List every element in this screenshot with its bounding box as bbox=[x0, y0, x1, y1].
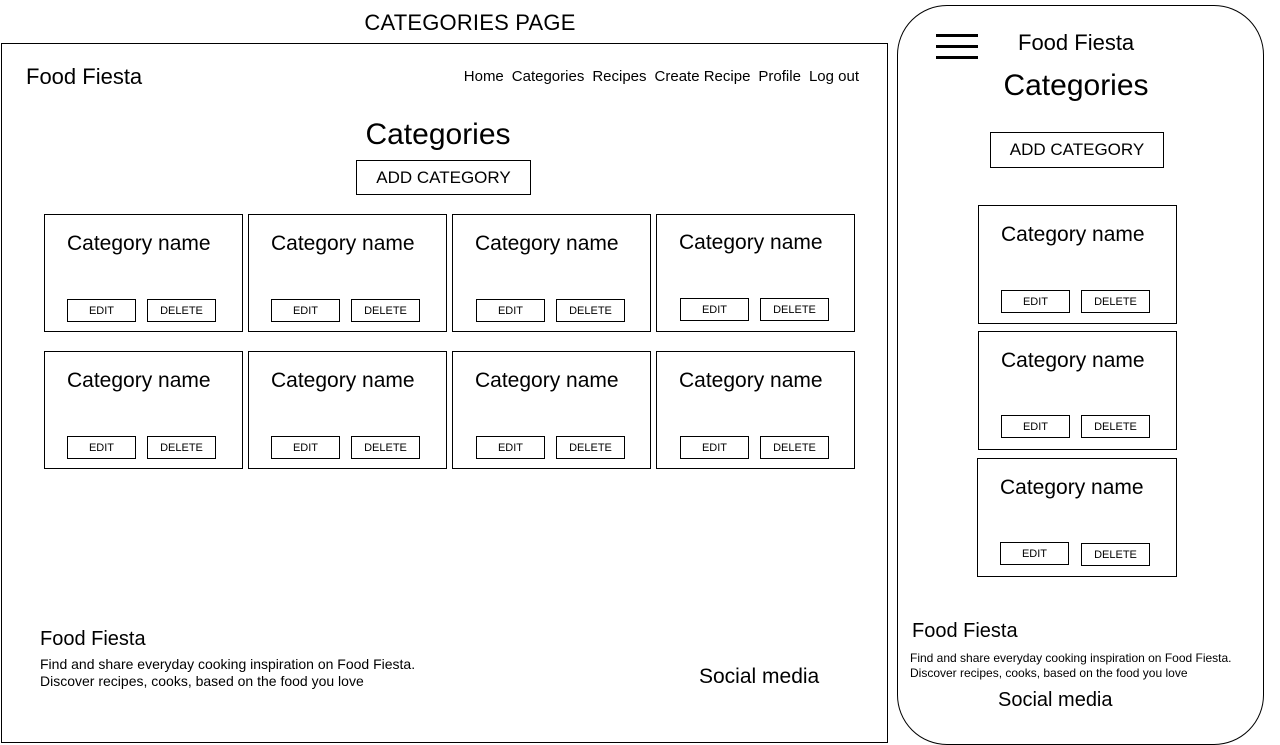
nav-profile[interactable]: Profile bbox=[758, 68, 801, 85]
delete-button[interactable]: DELETE bbox=[556, 436, 625, 459]
delete-button[interactable]: DELETE bbox=[351, 436, 420, 459]
category-name: Category name bbox=[67, 369, 211, 392]
delete-button[interactable]: DELETE bbox=[147, 299, 216, 322]
category-name: Category name bbox=[679, 231, 823, 254]
category-name: Category name bbox=[271, 369, 415, 392]
add-category-button[interactable]: ADD CATEGORY bbox=[356, 160, 531, 195]
edit-button[interactable]: EDIT bbox=[67, 299, 136, 322]
edit-button[interactable]: EDIT bbox=[476, 436, 545, 459]
category-card: Category name EDIT DELETE bbox=[452, 351, 651, 469]
mobile-brand[interactable]: Food Fiesta bbox=[1018, 30, 1134, 56]
mobile-social-media-link[interactable]: Social media bbox=[998, 689, 1113, 712]
mobile-footer-description: Find and share everyday cooking inspirat… bbox=[910, 651, 1232, 681]
edit-button[interactable]: EDIT bbox=[680, 298, 749, 321]
footer-line-1: Find and share everyday cooking inspirat… bbox=[40, 656, 416, 672]
category-name: Category name bbox=[1001, 349, 1145, 372]
delete-button[interactable]: DELETE bbox=[760, 436, 829, 459]
footer-description: Find and share everyday cooking inspirat… bbox=[40, 656, 415, 690]
footer-line-2: Discover recipes, cooks, based on the fo… bbox=[40, 673, 364, 689]
category-card: Category name EDIT DELETE bbox=[452, 214, 651, 332]
desktop-wireframe: Food Fiesta Home Categories Recipes Crea… bbox=[1, 43, 888, 743]
nav-logout[interactable]: Log out bbox=[809, 68, 859, 85]
categories-heading: Categories bbox=[365, 118, 511, 151]
category-card: Category name EDIT DELETE bbox=[656, 351, 855, 469]
footer-brand: Food Fiesta bbox=[40, 628, 146, 650]
delete-button[interactable]: DELETE bbox=[1081, 290, 1150, 313]
delete-button[interactable]: DELETE bbox=[1081, 543, 1150, 566]
category-name: Category name bbox=[67, 232, 211, 255]
social-media-link[interactable]: Social media bbox=[699, 665, 819, 689]
delete-button[interactable]: DELETE bbox=[351, 299, 420, 322]
footer-line-1: Find and share everyday cooking inspirat… bbox=[910, 651, 1232, 665]
category-card: Category name EDIT DELETE bbox=[44, 351, 243, 469]
category-card: Category name EDIT DELETE bbox=[977, 458, 1177, 577]
delete-button[interactable]: DELETE bbox=[147, 436, 216, 459]
category-name: Category name bbox=[1001, 223, 1145, 246]
category-name: Category name bbox=[679, 369, 823, 392]
edit-button[interactable]: EDIT bbox=[271, 299, 340, 322]
hamburger-icon[interactable] bbox=[936, 34, 978, 60]
category-card: Category name EDIT DELETE bbox=[978, 205, 1177, 324]
category-card: Category name EDIT DELETE bbox=[44, 214, 243, 332]
nav-recipes[interactable]: Recipes bbox=[592, 68, 646, 85]
delete-button[interactable]: DELETE bbox=[556, 299, 625, 322]
category-name: Category name bbox=[1000, 476, 1144, 499]
delete-button[interactable]: DELETE bbox=[760, 298, 829, 321]
edit-button[interactable]: EDIT bbox=[1001, 415, 1070, 438]
footer-line-2: Discover recipes, cooks, based on the fo… bbox=[910, 666, 1188, 680]
nav-home[interactable]: Home bbox=[464, 68, 504, 85]
nav-create-recipe[interactable]: Create Recipe bbox=[655, 68, 751, 85]
mobile-categories-heading: Categories bbox=[1003, 69, 1149, 102]
category-card: Category name EDIT DELETE bbox=[978, 331, 1177, 450]
category-card: Category name EDIT DELETE bbox=[656, 214, 855, 332]
nav-categories[interactable]: Categories bbox=[512, 68, 585, 85]
edit-button[interactable]: EDIT bbox=[680, 436, 749, 459]
edit-button[interactable]: EDIT bbox=[1001, 290, 1070, 313]
mobile-add-category-button[interactable]: ADD CATEGORY bbox=[990, 132, 1164, 168]
edit-button[interactable]: EDIT bbox=[1000, 542, 1069, 565]
category-card: Category name EDIT DELETE bbox=[248, 351, 447, 469]
delete-button[interactable]: DELETE bbox=[1081, 415, 1150, 438]
site-brand[interactable]: Food Fiesta bbox=[26, 64, 142, 90]
main-nav: Home Categories Recipes Create Recipe Pr… bbox=[464, 68, 859, 85]
edit-button[interactable]: EDIT bbox=[476, 299, 545, 322]
edit-button[interactable]: EDIT bbox=[271, 436, 340, 459]
category-name: Category name bbox=[271, 232, 415, 255]
category-name: Category name bbox=[475, 232, 619, 255]
mobile-wireframe: Food Fiesta Categories ADD CATEGORY Cate… bbox=[897, 5, 1264, 745]
mobile-footer-brand: Food Fiesta bbox=[912, 620, 1018, 642]
edit-button[interactable]: EDIT bbox=[67, 436, 136, 459]
category-name: Category name bbox=[475, 369, 619, 392]
page-title: CATEGORIES PAGE bbox=[364, 10, 576, 35]
category-card: Category name EDIT DELETE bbox=[248, 214, 447, 332]
